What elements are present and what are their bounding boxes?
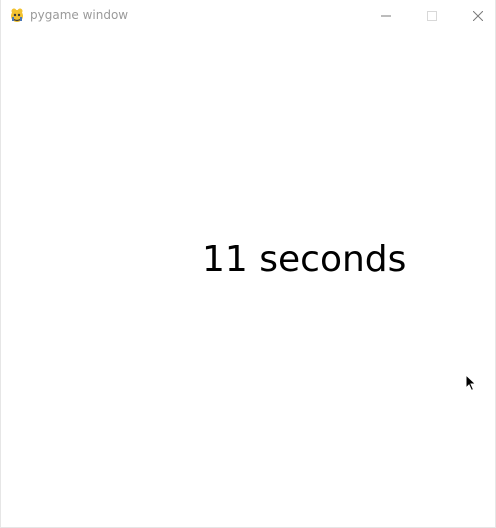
game-canvas[interactable]: 11 seconds: [1, 31, 495, 527]
pygame-snake-icon: [9, 7, 25, 23]
pygame-window: pygame window 11 seconds: [0, 0, 496, 528]
timer-label: 11 seconds: [202, 239, 407, 280]
window-title: pygame window: [30, 8, 129, 22]
close-icon: [473, 10, 483, 21]
minimize-icon: [381, 11, 391, 21]
maximize-icon: [427, 10, 437, 21]
maximize-button[interactable]: [409, 0, 455, 31]
mouse-pointer-icon: [465, 373, 477, 392]
close-button[interactable]: [455, 0, 496, 31]
title-bar[interactable]: pygame window: [1, 0, 495, 31]
minimize-button[interactable]: [363, 0, 409, 31]
